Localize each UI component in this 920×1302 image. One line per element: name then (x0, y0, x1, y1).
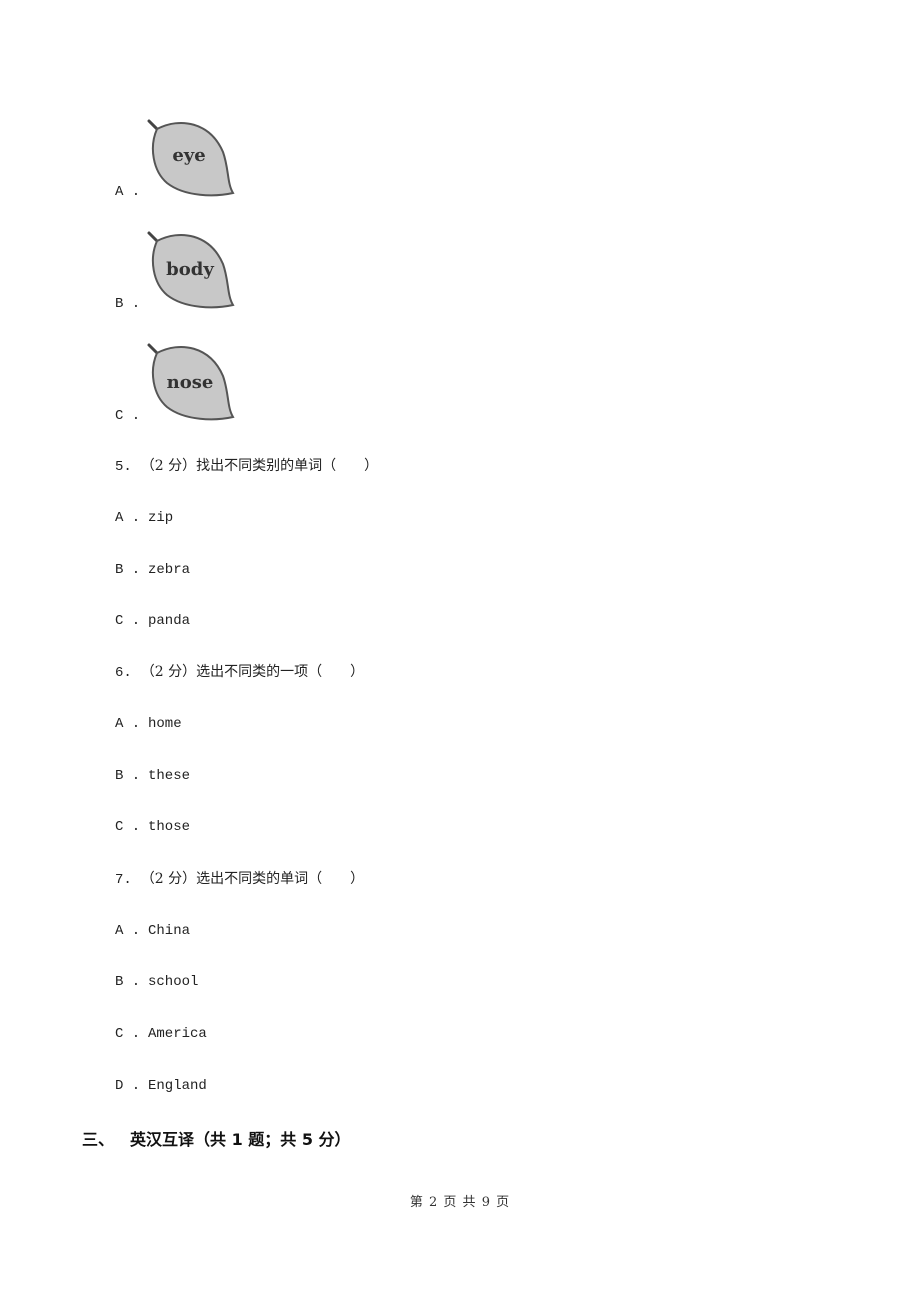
option-b[interactable]: B . these (115, 767, 190, 785)
question-number: 6. (115, 665, 132, 681)
question-stem: 6. （2 分）选出不同类的一项（ ） (115, 663, 364, 682)
option-text: zebra (148, 562, 191, 578)
option-text: America (148, 1026, 207, 1042)
option-a[interactable]: A . zip (115, 509, 173, 527)
option-c[interactable]: C . America (115, 1025, 207, 1043)
option-letter: D . (115, 1078, 141, 1094)
option-text: home (148, 716, 182, 732)
question-prompt: （2 分）选出不同类的一项（ ） (140, 664, 365, 680)
option-b[interactable]: B . school (115, 973, 198, 991)
option-letter: B . (115, 768, 141, 784)
leaf-word: nose (167, 372, 214, 393)
option-text: England (148, 1078, 207, 1094)
option-d[interactable]: D . England (115, 1077, 207, 1095)
leaf-image-eye: eye (147, 119, 235, 197)
option-letter: A . (115, 716, 141, 732)
option-letter: B . (115, 974, 141, 990)
option-letter: C . (115, 408, 141, 424)
option-letter: A . (115, 923, 141, 939)
option-text: school (148, 974, 199, 990)
leaf-word: body (166, 259, 214, 280)
option-c[interactable]: C . those (115, 818, 190, 836)
question-prompt: （2 分）找出不同类别的单词（ ） (140, 458, 379, 474)
question-stem: 7. （2 分）选出不同类的单词（ ） (115, 870, 364, 889)
option-letter: C . (115, 819, 141, 835)
option-a[interactable]: A . China (115, 922, 190, 940)
option-text: zip (148, 510, 174, 526)
section-number: 三、 (82, 1130, 115, 1149)
option-text: China (148, 923, 191, 939)
option-letter: B . (115, 296, 141, 312)
option-letter: A . (115, 510, 141, 526)
option-text: these (148, 768, 191, 784)
option-letter: A . (115, 184, 141, 200)
option-text: those (148, 819, 191, 835)
question-number: 7. (115, 872, 132, 888)
section-heading: 三、 英汉互译（共 1 题；共 5 分） (82, 1126, 351, 1150)
section-title: 英汉互译（共 1 题；共 5 分） (130, 1130, 351, 1149)
option-letter: C . (115, 1026, 141, 1042)
question-stem: 5. （2 分）找出不同类别的单词（ ） (115, 457, 378, 476)
option-c[interactable]: C . panda (115, 612, 190, 630)
page-footer: 第 2 页 共 9 页 (409, 1195, 511, 1210)
option-letter: C . (115, 613, 141, 629)
leaf-word: eye (172, 145, 205, 166)
leaf-image-nose: nose (147, 343, 235, 421)
question-prompt: （2 分）选出不同类的单词（ ） (140, 871, 365, 887)
option-letter: B . (115, 562, 141, 578)
option-text: panda (148, 613, 191, 629)
leaf-image-body: body (147, 231, 235, 309)
option-a[interactable]: A . home (115, 715, 182, 733)
question-number: 5. (115, 459, 132, 475)
option-b[interactable]: B . zebra (115, 561, 190, 579)
